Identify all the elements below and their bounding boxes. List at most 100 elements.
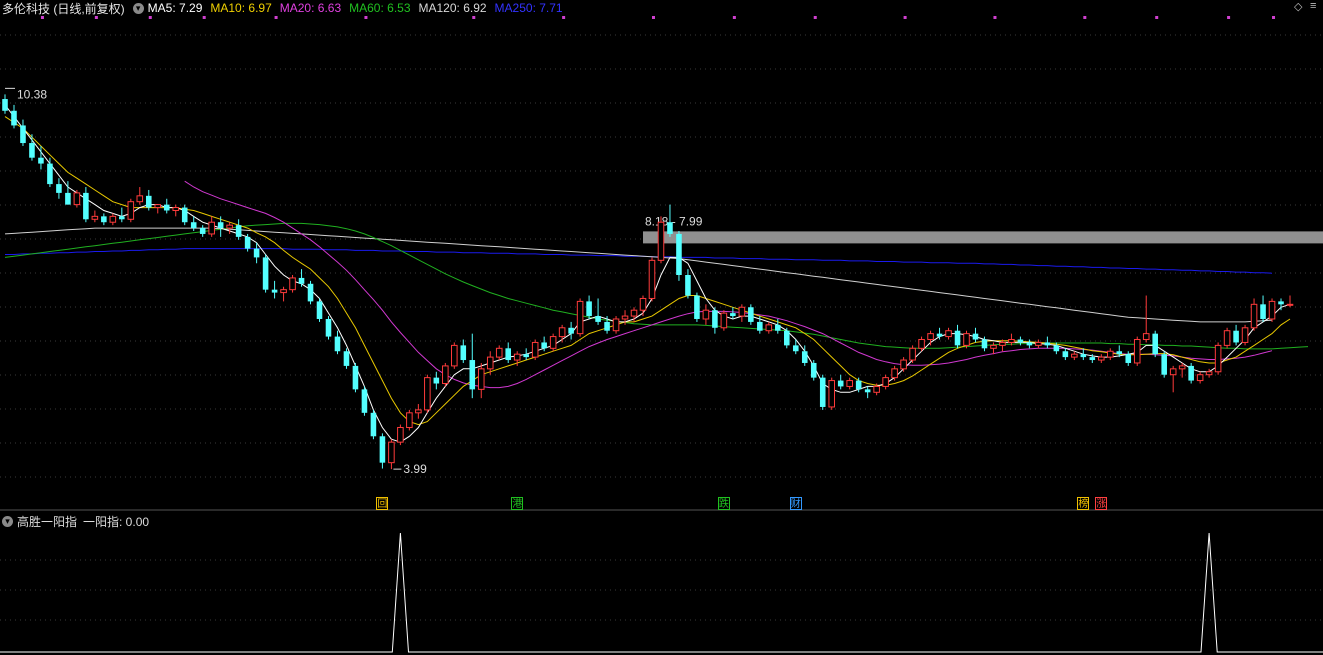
candle-body	[765, 324, 773, 332]
signal-dot	[94, 16, 98, 19]
candle-body	[1133, 339, 1141, 364]
candle-body	[676, 233, 682, 275]
signal-dot	[1083, 16, 1087, 19]
candle-body	[801, 351, 808, 363]
candle-body	[1008, 339, 1015, 343]
candle-body	[451, 344, 458, 367]
candle-body	[963, 333, 970, 346]
signal-dot	[813, 16, 817, 19]
candle-body	[972, 333, 979, 340]
candle-body	[1142, 333, 1150, 341]
candle-body	[864, 389, 871, 393]
candle-body	[217, 222, 224, 229]
candle-body	[1080, 354, 1087, 358]
candle-body	[154, 204, 162, 209]
candle-body	[370, 412, 377, 437]
candle-body	[136, 195, 144, 203]
candle-body	[127, 201, 135, 220]
candle-body	[424, 377, 431, 411]
candle-body	[262, 257, 269, 290]
signal-dot	[364, 16, 368, 19]
candle-body	[873, 385, 880, 393]
ma5-line	[4, 104, 1291, 443]
collapse-icon[interactable]: ▾	[2, 516, 13, 527]
candle-body	[109, 215, 117, 223]
candle-body	[523, 354, 529, 358]
candle-body	[1062, 351, 1069, 358]
candle-body	[1035, 341, 1042, 346]
candle-body	[73, 192, 81, 206]
candle-body	[1205, 371, 1213, 376]
signal-dot	[903, 16, 907, 19]
candle-body	[101, 216, 107, 223]
candle-body	[1053, 345, 1060, 352]
candle-body	[235, 225, 242, 237]
signal-dot	[202, 16, 206, 19]
candle-body	[91, 215, 99, 220]
indicator-legend: ▾ 高胜一阳指 一阳指: 0.00	[2, 513, 155, 530]
candle-body	[280, 289, 287, 294]
candle-body	[720, 312, 728, 329]
candle-body	[469, 360, 476, 390]
signal-dot	[1155, 16, 1159, 19]
candle-body	[20, 125, 26, 144]
candle-body	[1268, 300, 1276, 320]
price-chart: 8.18 - 7.99 10.38 3.99	[0, 16, 1323, 653]
candle-body	[1071, 353, 1078, 358]
candle-body	[1196, 374, 1204, 382]
candle-body	[1106, 350, 1114, 358]
candle-body	[163, 204, 170, 211]
candle-body	[667, 222, 673, 234]
event-marker[interactable]: 回	[376, 497, 389, 510]
candle-body	[1214, 344, 1222, 373]
candle-body	[244, 236, 251, 249]
candle-body	[2, 99, 8, 111]
candle-body	[810, 362, 817, 378]
candle-body	[694, 295, 700, 319]
candle-body	[657, 221, 665, 261]
candle-body	[1152, 333, 1158, 355]
candle-body	[775, 324, 781, 331]
candle-body	[1161, 354, 1167, 375]
candle-body	[1241, 327, 1249, 343]
event-marker[interactable]: 财	[789, 497, 802, 510]
candle-body	[199, 228, 206, 234]
candle-body	[891, 368, 898, 379]
candle-body	[1188, 365, 1194, 381]
candle-body	[56, 184, 62, 193]
indicator-value: 一阳指: 0.00	[83, 515, 150, 529]
candle-body	[226, 224, 233, 229]
candle-body	[882, 377, 889, 387]
ma10-line	[4, 116, 1291, 426]
candle-body	[486, 356, 494, 370]
candle-body	[558, 327, 566, 338]
candle-body	[541, 342, 547, 349]
event-marker[interactable]: 涨	[1095, 497, 1108, 510]
candle-body	[783, 330, 790, 346]
candle-body	[954, 330, 961, 346]
ma250-line	[5, 248, 1273, 274]
candle-body	[757, 321, 763, 331]
candle-body	[83, 192, 89, 220]
candle-body	[29, 143, 35, 158]
candle-body	[990, 344, 997, 349]
event-marker[interactable]: 跌	[717, 497, 730, 510]
candle-body	[837, 380, 844, 387]
candle-body	[702, 309, 710, 320]
signal-dot	[274, 16, 278, 19]
candle-body	[909, 347, 916, 361]
event-marker[interactable]: 榜	[1077, 497, 1090, 510]
range-label: 8.18 - 7.99	[645, 214, 703, 228]
candle-body	[190, 222, 197, 229]
signal-dot	[40, 16, 44, 19]
event-marker[interactable]: 港	[511, 497, 524, 510]
candle-body	[513, 353, 521, 361]
candle-body	[1278, 301, 1284, 305]
candle-body	[1044, 342, 1051, 346]
candle-body	[1286, 303, 1294, 306]
candle-body	[945, 330, 952, 338]
candle-body	[361, 389, 368, 413]
signal-dot	[1272, 16, 1276, 19]
candle-body	[460, 345, 467, 361]
candle-body	[1116, 351, 1123, 355]
